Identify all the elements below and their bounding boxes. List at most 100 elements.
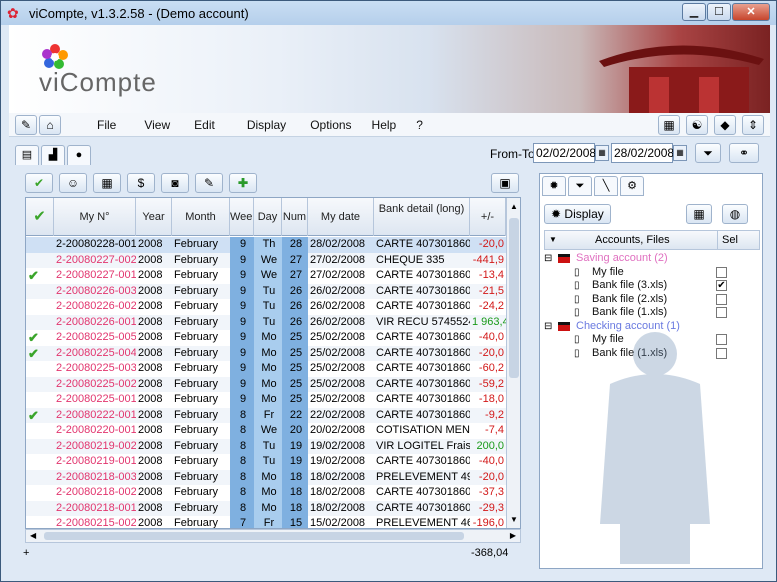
cell-check[interactable] <box>26 361 54 377</box>
cell-year[interactable]: 2008 <box>136 501 172 517</box>
cell-amt[interactable]: -29,3 <box>470 501 506 517</box>
filter-tab-icon[interactable]: ⏷ <box>568 176 592 196</box>
cell-check[interactable] <box>26 470 54 486</box>
cell-year[interactable]: 2008 <box>136 516 172 528</box>
cell-check[interactable] <box>26 485 54 501</box>
binoculars-icon[interactable]: ⚭ <box>729 143 759 163</box>
close-button[interactable]: ✕ <box>732 3 770 21</box>
cell-month[interactable]: February <box>172 253 230 269</box>
cell-wk[interactable]: 8 <box>230 454 254 470</box>
cell-detail[interactable]: CARTE 40730186033 <box>374 268 470 284</box>
cell-num[interactable]: 2-20080226-003 <box>54 284 136 300</box>
cell-amt[interactable]: -37,3 <box>470 485 506 501</box>
cell-check[interactable] <box>26 439 54 455</box>
cell-num[interactable]: 2-20080218-003 <box>54 470 136 486</box>
cell-year[interactable]: 2008 <box>136 439 172 455</box>
cell-wk[interactable]: 8 <box>230 438 254 454</box>
cell-dn[interactable]: 25 <box>282 330 308 346</box>
header-mynum[interactable]: My N° <box>54 198 136 236</box>
cell-check[interactable]: ✔ <box>26 268 54 284</box>
cell-year[interactable]: 2008 <box>136 268 172 284</box>
cell-date[interactable]: 25/02/2008 <box>308 346 374 362</box>
cell-detail[interactable]: PRELEVEMENT 4969 <box>374 470 470 486</box>
cell-amt[interactable]: 1 963,4 <box>470 315 506 331</box>
cell-year[interactable]: 2008 <box>136 485 172 501</box>
cell-num[interactable]: 2-20080225-005 <box>54 330 136 346</box>
cell-wk[interactable]: 9 <box>230 361 254 377</box>
cell-month[interactable]: February <box>172 330 230 346</box>
calendar-from-icon[interactable]: ▦ <box>595 145 609 161</box>
cell-date[interactable]: 26/02/2008 <box>308 284 374 300</box>
cell-year[interactable]: 2008 <box>136 253 172 269</box>
cell-check[interactable] <box>26 454 54 470</box>
cell-amt[interactable]: -59,2 <box>470 377 506 393</box>
cell-month[interactable]: February <box>172 268 230 284</box>
add-remove-icon[interactable]: ✚ <box>229 173 257 193</box>
cell-amt[interactable]: -196,0 <box>470 516 506 528</box>
cell-year[interactable]: 2008 <box>136 377 172 393</box>
cell-detail[interactable]: CARTE 40730186033 <box>374 485 470 501</box>
cell-dn[interactable]: 26 <box>282 283 308 299</box>
calendar-to-icon[interactable]: ▦ <box>673 145 687 161</box>
header-daynum[interactable]: Num <box>282 198 308 236</box>
edit-icon[interactable]: ✎ <box>195 173 223 193</box>
menu-options[interactable]: Options <box>300 118 361 132</box>
cell-year[interactable]: 2008 <box>136 315 172 331</box>
cell-num[interactable]: 2-20080219-001 <box>54 454 136 470</box>
cell-dn[interactable]: 28 <box>282 237 308 253</box>
cell-date[interactable]: 19/02/2008 <box>308 439 374 455</box>
cell-year[interactable]: 2008 <box>136 361 172 377</box>
select-checkbox[interactable] <box>716 307 727 318</box>
cell-month[interactable]: February <box>172 346 230 362</box>
table-row[interactable]: 2-20080218-001 2008 February 8 Mo 18 18/02/200… <box>26 500 506 517</box>
cell-d[interactable]: Tu <box>254 314 282 330</box>
cell-wk[interactable]: 7 <box>230 516 254 528</box>
cell-date[interactable]: 18/02/2008 <box>308 501 374 517</box>
cell-wk[interactable]: 9 <box>230 330 254 346</box>
cell-amt[interactable]: -40,0 <box>470 330 506 346</box>
cell-date[interactable]: 26/02/2008 <box>308 299 374 315</box>
table-row[interactable]: 2-20080225-002 2008 February 9 Mo 25 25/02/200… <box>26 376 506 393</box>
cell-year[interactable]: 2008 <box>136 454 172 470</box>
cell-d[interactable]: Mo <box>254 345 282 361</box>
cell-num[interactable]: 2-20080222-001 <box>54 408 136 424</box>
cell-date[interactable]: 28/02/2008 <box>308 237 374 253</box>
cell-date[interactable]: 19/02/2008 <box>308 454 374 470</box>
select-checkbox[interactable]: ✔ <box>716 280 727 291</box>
table-row[interactable]: 2-20080220-001 2008 February 8 We 20 20/02/200… <box>26 423 506 439</box>
cell-d[interactable]: Mo <box>254 376 282 392</box>
cell-d[interactable]: Mo <box>254 485 282 501</box>
cell-d[interactable]: Tu <box>254 438 282 454</box>
cell-month[interactable]: February <box>172 439 230 455</box>
cell-month[interactable]: February <box>172 315 230 331</box>
cell-d[interactable]: Fr <box>254 516 282 528</box>
cell-month[interactable]: February <box>172 377 230 393</box>
yin-yang-icon[interactable]: ☯ <box>686 114 708 135</box>
cell-year[interactable]: 2008 <box>136 284 172 300</box>
cell-num[interactable]: 2-20080227-002 <box>54 253 136 269</box>
cell-wk[interactable]: 9 <box>230 345 254 361</box>
select-checkbox[interactable] <box>716 266 727 278</box>
cell-date[interactable]: 22/02/2008 <box>308 408 374 424</box>
cell-year[interactable]: 2008 <box>136 299 172 315</box>
cell-date[interactable]: 20/02/2008 <box>308 423 374 439</box>
cell-detail[interactable]: CARTE 40730186033 <box>374 501 470 517</box>
scroll-up-icon[interactable]: ▲ <box>507 202 520 211</box>
display-button[interactable]: ✹ Display <box>544 204 611 224</box>
basket-icon[interactable]: ◙ <box>161 173 189 193</box>
cell-month[interactable]: February <box>172 485 230 501</box>
cell-date[interactable]: 25/02/2008 <box>308 377 374 393</box>
cell-date[interactable]: 27/02/2008 <box>308 253 374 269</box>
cell-num[interactable]: 2-20080227-001 <box>54 268 136 284</box>
cell-detail[interactable]: CARTE 40730186033 <box>374 408 470 424</box>
grid-vertical-scrollbar[interactable]: ▲ ▼ <box>506 198 520 528</box>
tree-account[interactable]: ⊟ Saving account (2) <box>544 252 760 266</box>
cell-month[interactable]: February <box>172 237 230 253</box>
account-expander-icon[interactable]: ⊟ <box>544 320 552 333</box>
header-check-icon[interactable]: ✔ <box>26 198 54 236</box>
cell-amt[interactable]: -20,0 <box>470 346 506 362</box>
pen-tab-icon[interactable]: ╲ <box>594 176 618 196</box>
cell-wk[interactable]: 9 <box>230 314 254 330</box>
table-row[interactable]: 2-20080227-002 2008 February 9 We 27 27/02/200… <box>26 252 506 269</box>
header-week[interactable]: Week <box>230 198 254 236</box>
